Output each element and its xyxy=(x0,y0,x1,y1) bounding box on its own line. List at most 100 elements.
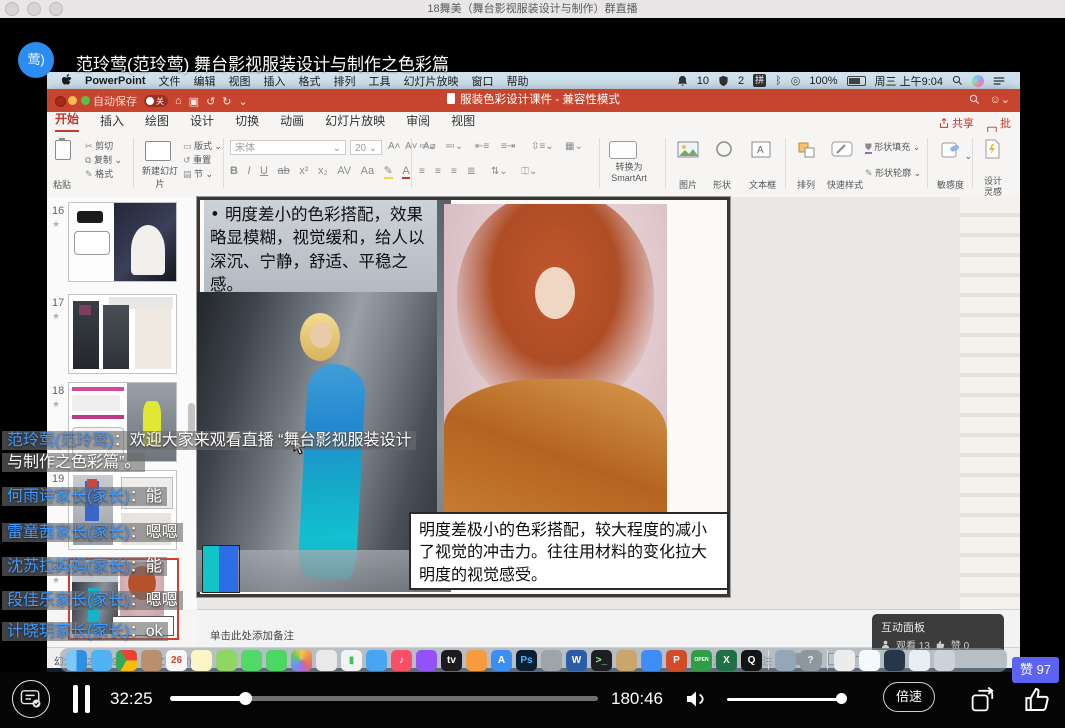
font-color-button[interactable]: A xyxy=(402,165,409,179)
dock-icon-system-preferences[interactable] xyxy=(541,650,562,671)
dock-icon-tv[interactable]: tv xyxy=(441,650,462,671)
dock-icon-maps[interactable] xyxy=(216,650,237,671)
input-method-icon[interactable]: 拼 xyxy=(753,74,766,87)
section-button[interactable]: ▤ 节 ⌄ xyxy=(183,167,213,180)
align-center-icon[interactable]: ≡ xyxy=(435,166,441,177)
menu-help[interactable]: 帮助 xyxy=(507,73,529,89)
progress-bar[interactable] xyxy=(170,696,598,701)
tab-home[interactable]: 开始 xyxy=(55,110,79,132)
dock-icon-word[interactable]: W xyxy=(566,650,587,671)
bold-button[interactable]: B xyxy=(230,165,238,177)
columns-icon[interactable]: ▦⌄ xyxy=(565,141,583,152)
progress-handle[interactable] xyxy=(239,692,252,705)
reset-button[interactable]: ↺ 重置 xyxy=(183,153,211,166)
redo-icon[interactable]: ↻ xyxy=(222,95,231,108)
smartart-label[interactable]: 转换为 SmartArt xyxy=(603,162,655,185)
dock-icon-keynote[interactable] xyxy=(366,650,387,671)
layout-button[interactable]: ▭ 版式 ⌄ xyxy=(183,139,222,152)
align-text-icon[interactable]: ⎅⌄ xyxy=(521,166,537,177)
dock-icon-podcasts[interactable] xyxy=(416,650,437,671)
apple-logo-icon[interactable] xyxy=(61,74,72,87)
dock-icon-missing-app[interactable]: ? xyxy=(800,650,821,671)
like-count-button[interactable]: 赞 97 xyxy=(1012,657,1059,683)
shapes-button[interactable] xyxy=(715,141,735,160)
tab-draw[interactable]: 绘图 xyxy=(145,112,169,132)
italic-button[interactable]: I xyxy=(247,165,250,177)
tab-insert[interactable]: 插入 xyxy=(100,112,124,132)
slide-bullet-textbox[interactable]: • 明度差小的色彩搭配，效果略显模糊，视觉缓和，给人以深沉、宁静，舒适、平稳之感… xyxy=(204,200,437,297)
slide-thumbnail-16[interactable] xyxy=(68,202,177,282)
grow-font-icon[interactable]: A˄ xyxy=(388,141,401,152)
new-slide-label[interactable]: 新建幻灯片 xyxy=(141,164,179,190)
line-spacing-icon[interactable]: ⇳≡⌄ xyxy=(531,141,554,152)
slide-caption-textbox[interactable]: 明度差极小的色彩搭配，较大程度的减小了视觉的冲击力。往往用材料的变化拉大明度的视… xyxy=(409,512,729,590)
dock-icon-window-finder[interactable] xyxy=(909,650,930,671)
indent-increase-icon[interactable]: ≡⇥ xyxy=(501,141,515,152)
smartart-icon[interactable] xyxy=(609,141,637,159)
copy-button[interactable]: ⧉ 复制 ⌄ xyxy=(85,153,122,166)
tab-transitions[interactable]: 切换 xyxy=(235,112,259,132)
tab-design[interactable]: 设计 xyxy=(190,112,214,132)
dock-icon-notes[interactable] xyxy=(191,650,212,671)
tab-review[interactable]: 审阅 xyxy=(406,112,430,132)
dock-icon-excel[interactable]: X xyxy=(716,650,737,671)
notification-center-icon[interactable] xyxy=(993,76,1005,86)
change-case-button[interactable]: Aa xyxy=(361,165,374,177)
dock-icon-chrome[interactable] xyxy=(116,650,137,671)
dock-icon-finder[interactable] xyxy=(66,650,87,671)
ppt-minimize-button[interactable] xyxy=(68,96,77,105)
design-ideas-button[interactable] xyxy=(983,139,1001,161)
bluetooth-icon[interactable]: ᛒ xyxy=(775,75,782,87)
highlight-color-button[interactable]: ✎ xyxy=(384,165,393,179)
font-name-select[interactable]: 宋体⌄ xyxy=(230,140,346,155)
dock-icon-terminal[interactable]: >_ xyxy=(591,650,612,671)
bullets-icon[interactable]: ≔⌄ xyxy=(419,141,437,152)
slide-thumbnail-17[interactable] xyxy=(68,294,177,374)
dock-icon-trash[interactable] xyxy=(934,650,955,671)
like-thumb-icon[interactable] xyxy=(1022,685,1052,715)
underline-button[interactable]: U xyxy=(260,165,268,177)
dock-icon-numbers[interactable]: ▮ xyxy=(341,650,362,671)
autosave-toggle[interactable]: 关 xyxy=(144,95,168,107)
volume-icon[interactable] xyxy=(684,687,708,711)
new-slide-icon[interactable] xyxy=(145,141,171,161)
shield-icon[interactable] xyxy=(718,75,729,87)
dock-icon-open-badge-app[interactable]: OPEN xyxy=(691,650,712,671)
menu-window[interactable]: 窗口 xyxy=(472,73,494,89)
dock-icon-calendar[interactable]: 26 xyxy=(166,650,187,671)
paste-button[interactable] xyxy=(55,140,71,160)
char-spacing-button[interactable]: AV xyxy=(337,165,351,177)
volume-handle[interactable] xyxy=(836,693,847,704)
format-painter-button[interactable]: ✎ 格式 xyxy=(85,167,113,180)
dock-icon-app-store[interactable]: A xyxy=(491,650,512,671)
quick-styles-button[interactable] xyxy=(831,141,853,161)
shape-fill-button[interactable]: ⛊ 形状填充 ⌄ xyxy=(865,140,920,153)
align-left-icon[interactable]: ≡ xyxy=(419,166,425,177)
slide-photo-redhead[interactable] xyxy=(444,204,667,517)
dock-icon-facetime[interactable] xyxy=(266,650,287,671)
menubar-datetime[interactable]: 周三 上午9:04 xyxy=(875,73,943,89)
playback-speed-button[interactable]: 倍速 xyxy=(883,682,935,712)
ppt-close-button[interactable] xyxy=(55,96,66,107)
siri-icon[interactable] xyxy=(972,75,984,87)
ppt-zoom-button[interactable] xyxy=(81,96,90,105)
dock-icon-photoshop[interactable]: Ps xyxy=(516,650,537,671)
dock-icon-safari[interactable] xyxy=(91,650,112,671)
strikethrough-button[interactable]: ab xyxy=(278,165,290,177)
dock-icon-messages[interactable] xyxy=(241,650,262,671)
dock-icon-window-desktop[interactable] xyxy=(884,650,905,671)
home-icon[interactable]: ⌂ xyxy=(175,95,182,107)
superscript-button[interactable]: x² xyxy=(299,165,308,177)
subscript-button[interactable]: x₂ xyxy=(318,165,328,177)
dock-icon-window-powerpoint[interactable] xyxy=(834,650,855,671)
cut-button[interactable]: ✂ 剪切 xyxy=(85,139,113,152)
font-size-select[interactable]: 20⌄ xyxy=(350,140,382,155)
dock-icon-books[interactable] xyxy=(466,650,487,671)
textbox-button[interactable]: A xyxy=(751,141,771,160)
volume-bar[interactable] xyxy=(727,698,846,701)
spotlight-search-icon[interactable] xyxy=(952,75,963,86)
text-direction-icon[interactable]: ⇅⌄ xyxy=(491,166,508,177)
ppt-account-smiley-icon[interactable]: ☺⌄ xyxy=(990,93,1010,106)
ppt-search-icon[interactable] xyxy=(969,94,980,105)
dock-icon-music[interactable]: ♪ xyxy=(391,650,412,671)
